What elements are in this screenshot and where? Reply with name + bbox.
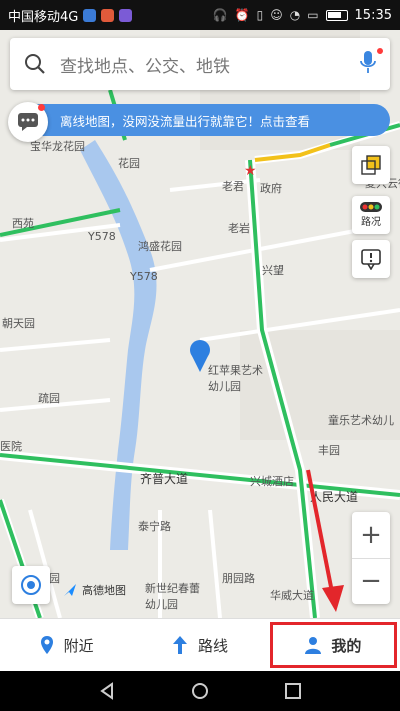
clock: 15:35	[354, 7, 392, 23]
map-road-label: 齐普大道	[140, 472, 189, 486]
zoom-in-button[interactable]: +	[352, 512, 390, 559]
tab-label: 路线	[197, 636, 228, 655]
map-label[interactable]: 老君	[222, 178, 244, 194]
map-label[interactable]: 鸿盛花园	[138, 238, 182, 254]
wifi-icon: ◔	[289, 8, 301, 22]
map-label[interactable]: 医院	[0, 438, 22, 454]
alarm-icon: ⏰	[234, 8, 250, 22]
home-icon[interactable]	[191, 682, 209, 700]
map-label[interactable]: 新世纪春蕾幼儿园	[145, 580, 207, 612]
layers-icon	[361, 155, 381, 175]
map-label[interactable]: 西苑	[12, 215, 34, 231]
location-pin-icon	[40, 636, 53, 654]
message-icon[interactable]	[8, 102, 48, 142]
bottom-tab-bar: 附近 路线 我的	[0, 618, 400, 671]
search-input[interactable]: 查找地点、公交、地铁	[60, 52, 230, 77]
tab-label: 附近	[63, 636, 94, 655]
traffic-light-icon	[360, 202, 382, 212]
map-label[interactable]: 疏园	[38, 390, 60, 406]
back-icon[interactable]	[98, 682, 116, 700]
report-button[interactable]	[352, 240, 390, 278]
system-nav-bar	[0, 671, 400, 711]
crosshair-icon	[21, 575, 41, 595]
app-notification-icon	[119, 8, 133, 22]
map-label: 朋园路	[222, 572, 255, 585]
traffic-label: 路况	[361, 217, 381, 228]
map-label[interactable]: 政府	[260, 180, 282, 196]
locate-button[interactable]	[12, 566, 50, 604]
offline-map-banner[interactable]: 离线地图，没网没流量出行就靠它！点击查看	[10, 104, 390, 136]
route-arrow-icon	[172, 636, 187, 654]
map-label[interactable]: 宝华龙花园	[30, 138, 85, 154]
map-label[interactable]: 朝天园	[2, 315, 35, 331]
map-label: Y578	[88, 230, 116, 243]
smile-icon: ☺	[270, 8, 283, 22]
recents-icon[interactable]	[284, 682, 302, 700]
layers-button[interactable]	[352, 146, 390, 184]
map-label: 泰宁路	[138, 520, 171, 533]
search-icon	[25, 54, 45, 74]
map-label[interactable]: 丰园	[318, 442, 340, 458]
map-label[interactable]: 老岩	[228, 220, 250, 236]
traffic-button[interactable]: 路况	[352, 196, 390, 234]
message-icon: ▭	[307, 8, 319, 22]
tab-mine[interactable]: 我的	[267, 619, 400, 671]
tab-route[interactable]: 路线	[133, 619, 266, 671]
zoom-controls: + −	[352, 512, 390, 604]
battery-icon	[325, 9, 348, 21]
map-road-label: 人民大道	[310, 490, 359, 504]
vibrate-icon: ▯	[256, 8, 264, 22]
map-label[interactable]: 童乐艺术幼儿	[328, 412, 394, 428]
map-label: Y578	[130, 270, 158, 283]
tab-label: 我的	[331, 636, 362, 655]
map-label[interactable]: 兴城酒店	[250, 473, 294, 489]
app-notification-icon	[101, 8, 115, 22]
headphones-icon: 🎧	[212, 8, 228, 22]
zoom-out-button[interactable]: −	[352, 559, 390, 605]
mic-icon[interactable]	[360, 48, 383, 78]
brand-logo: 高德地图	[62, 582, 126, 598]
svg-text:★: ★	[244, 163, 257, 179]
map-label: 华威大道	[270, 589, 314, 602]
report-icon	[361, 249, 381, 270]
brand-name: 高德地图	[82, 584, 126, 597]
tab-nearby[interactable]: 附近	[0, 619, 133, 671]
map-label[interactable]: 兴望	[262, 262, 284, 278]
carrier-label: 中国移动4G	[8, 9, 79, 25]
search-bar[interactable]: 查找地点、公交、地铁	[10, 38, 390, 90]
app-notification-icon	[83, 8, 97, 22]
user-icon	[305, 637, 322, 654]
map-label[interactable]: 红苹果艺术幼儿园	[208, 362, 268, 394]
banner-text[interactable]: 离线地图，没网没流量出行就靠它！点击查看	[60, 111, 310, 130]
map-label[interactable]: 花园	[118, 155, 140, 171]
status-bar: 中国移动4G 🎧 ⏰ ▯ ☺ ◔ ▭ 15:35	[0, 0, 400, 30]
amap-logo-icon	[64, 584, 76, 596]
